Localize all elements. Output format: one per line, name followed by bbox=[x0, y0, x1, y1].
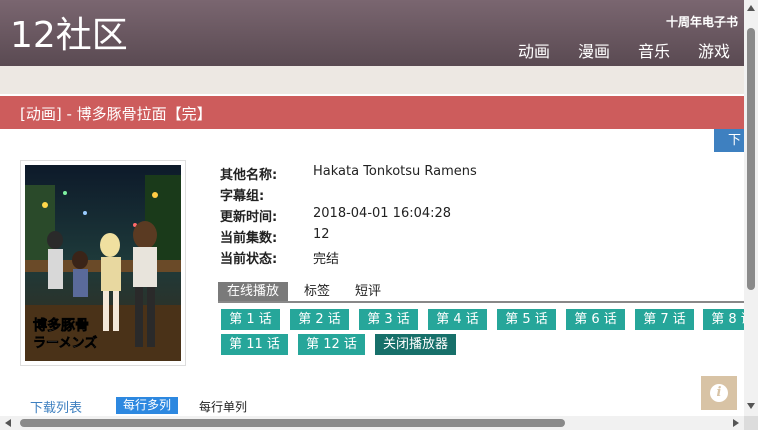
scroll-right-arrow-icon[interactable] bbox=[733, 419, 739, 427]
info-value: 完结 bbox=[313, 252, 340, 267]
episode-button[interactable]: 第 4 话 bbox=[428, 309, 487, 330]
scroll-up-arrow-icon[interactable] bbox=[747, 5, 755, 11]
tab-tags[interactable]: 标签 bbox=[304, 282, 330, 301]
download-list-link[interactable]: 下载列表 bbox=[30, 397, 82, 416]
horizontal-scroll-thumb[interactable] bbox=[20, 419, 565, 427]
episode-button[interactable]: 第 11 话 bbox=[221, 334, 288, 355]
poster-logo-line2: ラーメンズ bbox=[33, 335, 97, 351]
cover-poster: 博多豚骨 ラーメンズ bbox=[20, 160, 186, 366]
episode-button[interactable]: 第 1 话 bbox=[221, 309, 280, 330]
page-title: [动画] - 博多豚骨拉面【完】 bbox=[20, 105, 212, 123]
scrollbar-corner bbox=[744, 416, 758, 430]
episode-button[interactable]: 第 2 话 bbox=[290, 309, 349, 330]
header-spacer-band bbox=[0, 66, 744, 94]
episode-button[interactable]: 第 8 话 bbox=[703, 309, 744, 330]
episode-list: 第 1 话 第 2 话 第 3 话 第 4 话 第 5 话 第 6 话 第 7 … bbox=[221, 309, 744, 357]
download-tab[interactable]: 下 bbox=[714, 129, 744, 152]
page-title-bar: [动画] - 博多豚骨拉面【完】 bbox=[0, 96, 744, 129]
site-header: 12社区 十周年电子书 动画 漫画 音乐 游戏 bbox=[0, 0, 744, 66]
info-value: 2018-04-01 16:04:28 bbox=[313, 206, 452, 221]
poster-logo-line1: 博多豚骨 bbox=[33, 317, 89, 334]
info-label: 字幕组: bbox=[220, 189, 265, 204]
vertical-scrollbar[interactable] bbox=[744, 0, 758, 430]
vertical-scroll-thumb[interactable] bbox=[747, 28, 755, 290]
episode-button[interactable]: 第 7 话 bbox=[635, 309, 694, 330]
info-value: Hakata Tonkotsu Ramens bbox=[313, 164, 477, 179]
episode-button[interactable]: 第 3 话 bbox=[359, 309, 418, 330]
tab-reviews[interactable]: 短评 bbox=[355, 282, 381, 301]
single-column-toggle[interactable]: 每行单列 bbox=[199, 398, 247, 415]
info-value: 12 bbox=[313, 227, 330, 242]
info-label: 更新时间: bbox=[220, 210, 278, 225]
multi-column-toggle[interactable]: 每行多列 bbox=[116, 397, 179, 414]
scroll-left-arrow-icon[interactable] bbox=[5, 419, 11, 427]
download-list-bar: 下载列表 每行多列 每行单列 bbox=[0, 397, 744, 417]
poster-artwork: 博多豚骨 ラーメンズ bbox=[25, 165, 181, 361]
detail-tabs: 在线播放 标签 短评 bbox=[218, 282, 744, 303]
nav-item-anime[interactable]: 动画 bbox=[518, 38, 550, 62]
nav-item-music[interactable]: 音乐 bbox=[638, 38, 670, 62]
close-player-button[interactable]: 关闭播放器 bbox=[375, 334, 456, 355]
info-label: 当前状态: bbox=[220, 252, 278, 267]
episode-button[interactable]: 第 5 话 bbox=[497, 309, 556, 330]
info-icon: i bbox=[710, 384, 728, 402]
nav-item-games[interactable]: 游戏 bbox=[698, 38, 730, 62]
episode-button[interactable]: 第 12 话 bbox=[298, 334, 365, 355]
info-button[interactable]: i bbox=[701, 376, 737, 410]
nav-item-manga[interactable]: 漫画 bbox=[578, 38, 610, 62]
site-logo[interactable]: 12社区 bbox=[10, 14, 128, 58]
tab-online-play[interactable]: 在线播放 bbox=[218, 282, 289, 301]
main-nav: 动画 漫画 音乐 游戏 bbox=[518, 38, 730, 62]
info-label: 当前集数: bbox=[220, 231, 278, 246]
info-label: 其他名称: bbox=[220, 168, 278, 183]
horizontal-scrollbar[interactable] bbox=[0, 416, 744, 430]
scroll-down-arrow-icon[interactable] bbox=[747, 403, 755, 409]
episode-button[interactable]: 第 6 话 bbox=[566, 309, 625, 330]
ebook-link[interactable]: 十周年电子书 bbox=[666, 13, 738, 30]
